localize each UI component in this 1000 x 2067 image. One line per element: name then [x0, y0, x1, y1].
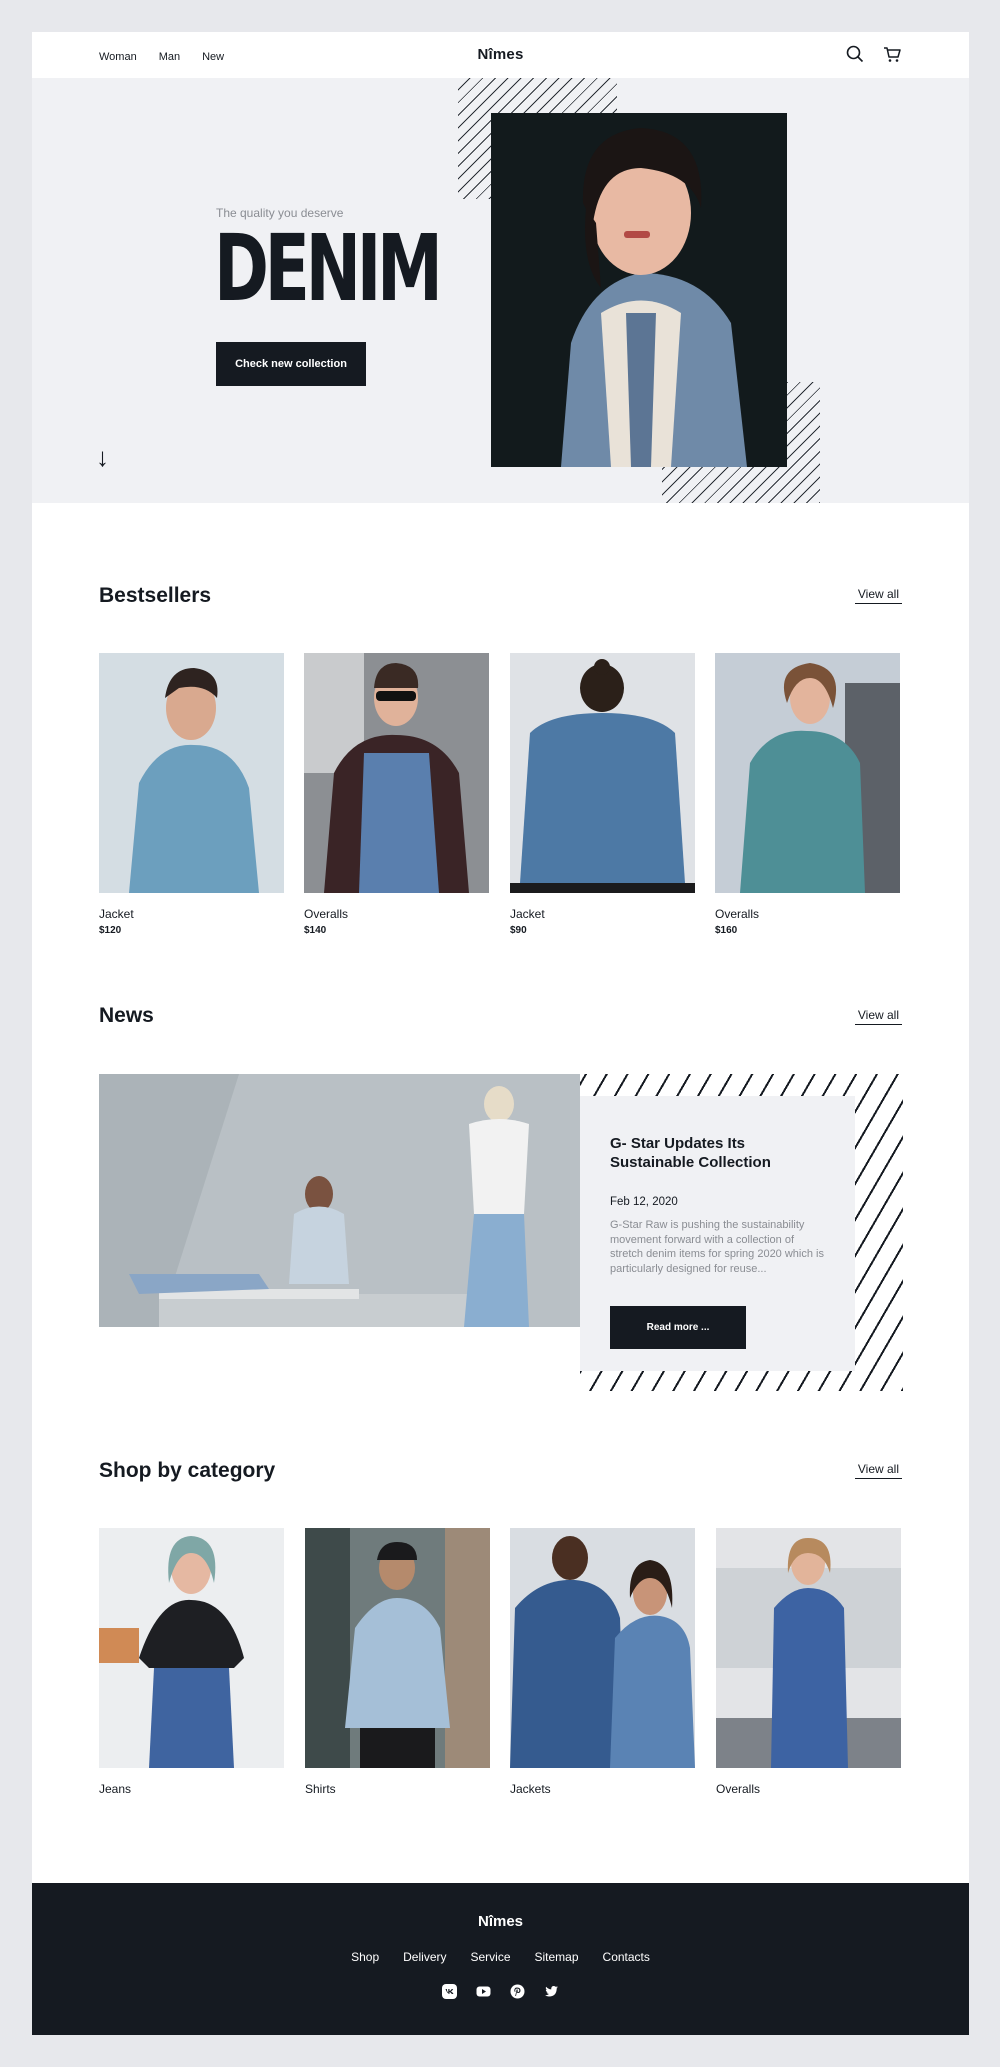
site-header: Woman Man New Nîmes [32, 32, 969, 78]
hero-image [491, 113, 787, 467]
bestsellers-view-all-link[interactable]: View all [854, 587, 902, 604]
hero-section: The quality you deserve DENIM Check new … [32, 78, 969, 503]
category-image[interactable] [99, 1528, 284, 1768]
product-card[interactable]: Jacket $90 [510, 653, 695, 936]
search-icon[interactable] [845, 44, 865, 64]
categories-title: Shop by category [99, 1459, 276, 1482]
category-card[interactable]: Overalls [716, 1528, 901, 1796]
footer-link-contacts[interactable]: Contacts [603, 1950, 650, 1964]
social-links [32, 1981, 969, 2002]
category-card[interactable]: Jeans [99, 1528, 284, 1796]
page: Woman Man New Nîmes The quality you dese… [32, 32, 969, 2035]
vk-icon[interactable] [439, 1981, 460, 2002]
category-name: Shirts [305, 1782, 336, 1796]
product-image[interactable] [99, 653, 284, 893]
news-article-excerpt: G-Star Raw is pushing the sustainability… [610, 1219, 824, 1275]
pinterest-icon[interactable] [507, 1981, 528, 2002]
check-new-collection-button[interactable]: Check new collection [216, 342, 366, 386]
category-card[interactable]: Jackets [510, 1528, 695, 1796]
hero-title: DENIM [214, 215, 443, 322]
news-card: G- Star Updates Its Sustainable Collecti… [580, 1096, 855, 1371]
product-name: Overalls [715, 907, 760, 921]
product-image[interactable] [510, 653, 695, 893]
footer-link-shop[interactable]: Shop [351, 1950, 379, 1964]
cart-icon[interactable] [882, 44, 902, 64]
product-card[interactable]: Overalls $160 [715, 653, 900, 936]
footer-link-delivery[interactable]: Delivery [403, 1950, 446, 1964]
product-card[interactable]: Jacket $120 [99, 653, 284, 936]
product-name: Jacket [99, 907, 134, 921]
product-price: $140 [304, 925, 327, 936]
product-image[interactable] [715, 653, 900, 893]
news-view-all-link[interactable]: View all [854, 1008, 902, 1025]
category-card[interactable]: Shirts [305, 1528, 490, 1796]
category-image[interactable] [305, 1528, 490, 1768]
youtube-icon[interactable] [473, 1981, 494, 2002]
product-price: $160 [715, 925, 738, 936]
footer-link-service[interactable]: Service [470, 1950, 510, 1964]
product-image[interactable] [304, 653, 489, 893]
product-price: $120 [99, 925, 122, 936]
category-name: Jackets [510, 1782, 551, 1796]
arrow-down-icon[interactable]: ↓ [96, 444, 109, 470]
news-title: News [99, 1004, 154, 1027]
category-image[interactable] [510, 1528, 695, 1768]
product-price: $90 [510, 925, 527, 936]
news-article-date: Feb 12, 2020 [610, 1196, 678, 1208]
news-article-title[interactable]: G- Star Updates Its Sustainable Collecti… [610, 1134, 830, 1172]
category-image[interactable] [716, 1528, 901, 1768]
twitter-icon[interactable] [541, 1981, 562, 2002]
product-card[interactable]: Overalls $140 [304, 653, 489, 936]
category-name: Overalls [716, 1782, 761, 1796]
categories-view-all-link[interactable]: View all [854, 1462, 902, 1479]
footer-links: Shop Delivery Service Sitemap Contacts [32, 1950, 969, 1964]
bestsellers-title: Bestsellers [99, 584, 212, 607]
footer-link-sitemap[interactable]: Sitemap [535, 1950, 579, 1964]
product-name: Jacket [510, 907, 545, 921]
site-logo[interactable]: Nîmes [32, 46, 969, 63]
news-image[interactable] [99, 1074, 580, 1327]
site-footer: Nîmes Shop Delivery Service Sitemap Cont… [32, 1883, 969, 2035]
read-more-button[interactable]: Read more ... [610, 1306, 746, 1349]
footer-logo[interactable]: Nîmes [32, 1913, 969, 1930]
category-name: Jeans [99, 1782, 132, 1796]
product-name: Overalls [304, 907, 349, 921]
